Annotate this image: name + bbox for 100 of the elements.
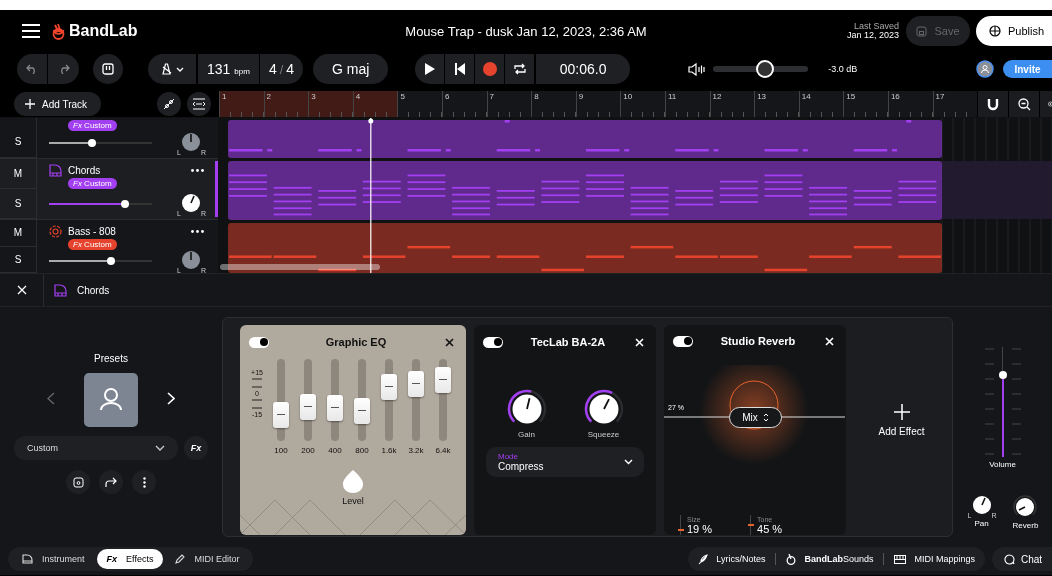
bottom-tab[interactable]: Fx Effects (96, 549, 164, 569)
close-icon (16, 285, 27, 295)
add-effect-button[interactable]: Add Effect (854, 325, 949, 515)
bottom-link[interactable]: Lyrics/Notes (698, 553, 766, 565)
pan-knob[interactable] (181, 193, 201, 213)
ruler-bar[interactable]: 16 (887, 91, 933, 117)
eq-fader-thumb[interactable] (327, 395, 343, 422)
slider-thumb[interactable] (677, 529, 684, 532)
avatar-icon[interactable] (976, 60, 994, 78)
ruler-bar[interactable]: 1 (219, 91, 264, 117)
speaker-icon[interactable] (688, 62, 706, 76)
parameter-value: 19 % (687, 523, 713, 535)
eq-fader-thumb[interactable] (273, 401, 289, 428)
mute-button[interactable]: M (0, 158, 36, 189)
slider-thumb[interactable] (88, 138, 97, 147)
playhead[interactable] (368, 118, 374, 273)
up-down-caret-icon (762, 413, 769, 422)
eq-fader-thumb[interactable] (354, 398, 370, 425)
track-name[interactable]: Chords (68, 164, 101, 176)
previous-button[interactable] (46, 392, 56, 408)
scrollbar[interactable] (220, 264, 380, 270)
speaker-icon (49, 225, 62, 238)
fx-badge[interactable]: Fx Custom (68, 177, 117, 189)
bottom-tab[interactable]: MIDI Editor (165, 549, 250, 569)
add-track-button[interactable]: Add Track (14, 92, 101, 116)
bottom-tab[interactable]: Instrument (12, 549, 95, 569)
mute-button[interactable]: M (0, 220, 36, 247)
close-button[interactable] (443, 337, 455, 347)
volume-fader[interactable] (984, 347, 1021, 457)
slider-thumb[interactable] (756, 60, 775, 78)
magnet-icon (987, 97, 1000, 111)
next-button[interactable] (166, 392, 176, 408)
fx-badge[interactable]: Fx Custom (68, 120, 117, 131)
tempo-field[interactable]: 131 bpm (197, 54, 259, 84)
track-volume-slider[interactable] (49, 141, 152, 144)
piano-icon (22, 554, 33, 564)
effect-title: TecLab BA-2A (529, 336, 607, 348)
more-options-icon[interactable] (191, 230, 204, 233)
fx-button[interactable]: Fx (184, 436, 208, 460)
loop-mode-button[interactable] (93, 54, 123, 84)
ruler-bar[interactable]: 13 (754, 91, 799, 117)
mode-dropdown[interactable]: Mode Compress (486, 447, 644, 477)
key-button[interactable]: G maj (313, 54, 389, 84)
mix-selector[interactable]: Mix (729, 407, 782, 428)
preset-dropdown[interactable]: Custom (14, 436, 178, 460)
resize-icon (192, 98, 206, 110)
ruler-bar[interactable]: 2 (263, 91, 309, 117)
band-label: 100 (274, 446, 288, 455)
pan-knob[interactable] (181, 250, 201, 270)
menu-icon[interactable] (22, 24, 40, 38)
chat-button[interactable]: Chat (992, 547, 1052, 571)
more-options-button[interactable] (132, 470, 156, 494)
eq-fader-thumb[interactable] (381, 373, 397, 400)
ruler-bar[interactable]: 4 (352, 91, 398, 117)
reverb-knob[interactable] (1013, 495, 1038, 519)
piano-icon (54, 283, 67, 297)
bottom-link[interactable]: MIDI Mappings (894, 554, 975, 564)
level-label: Level (342, 496, 364, 506)
automation-button[interactable] (157, 92, 181, 116)
pan-knob[interactable] (181, 131, 201, 152)
zoom-in-button[interactable] (1039, 91, 1052, 117)
slider-thumb[interactable] (121, 200, 130, 208)
midi-clip[interactable] (228, 120, 942, 158)
publish-button[interactable]: Publish (976, 16, 1052, 46)
eq-fader-thumb[interactable] (408, 370, 424, 397)
effect-toggle[interactable] (249, 336, 269, 348)
ruler-bar[interactable]: 11 (664, 91, 710, 117)
globe-icon (989, 25, 1001, 37)
eq-fader-thumb[interactable] (435, 367, 451, 394)
ruler-bar[interactable]: 6 (441, 91, 487, 117)
effect-toggle[interactable] (483, 336, 503, 348)
bottom-link[interactable]: BandLabSounds (786, 553, 874, 565)
chevron-right-icon (167, 392, 175, 405)
time-signature-field[interactable]: 4 / 4 (258, 54, 304, 84)
close-icon (444, 337, 454, 347)
ruler-bar[interactable]: 8 (531, 91, 576, 117)
ruler-bar[interactable]: 10 (620, 91, 665, 117)
fader-thumb[interactable] (998, 370, 1007, 379)
band-label: 3.2k (408, 446, 424, 455)
midi-clip[interactable] (228, 223, 942, 273)
ruler-bar[interactable]: 5 (397, 91, 442, 117)
eq-fader-thumb[interactable] (300, 393, 316, 420)
pan-knob[interactable] (971, 495, 992, 515)
chevron-down-icon (624, 459, 633, 465)
midi-clip[interactable] (228, 161, 942, 220)
ruler-bar[interactable]: 3 (308, 91, 353, 117)
ruler-bar[interactable]: 15 (843, 91, 888, 117)
solo-button[interactable]: S (0, 126, 36, 158)
zoom-out-icon (1017, 97, 1031, 111)
master-volume-slider[interactable] (713, 60, 809, 78)
solo-button[interactable]: S (0, 188, 36, 219)
more-options-icon[interactable] (191, 168, 204, 172)
slider-thumb[interactable] (106, 257, 115, 265)
track-name[interactable]: Bass - 808 (68, 226, 116, 237)
save-preset-button[interactable] (66, 470, 90, 494)
share-button[interactable] (99, 470, 123, 494)
effect-toggle[interactable] (673, 335, 693, 347)
resize-tracks-button[interactable] (187, 92, 211, 116)
fx-badge[interactable]: Fx Custom (68, 239, 117, 250)
close-icon (824, 336, 834, 346)
